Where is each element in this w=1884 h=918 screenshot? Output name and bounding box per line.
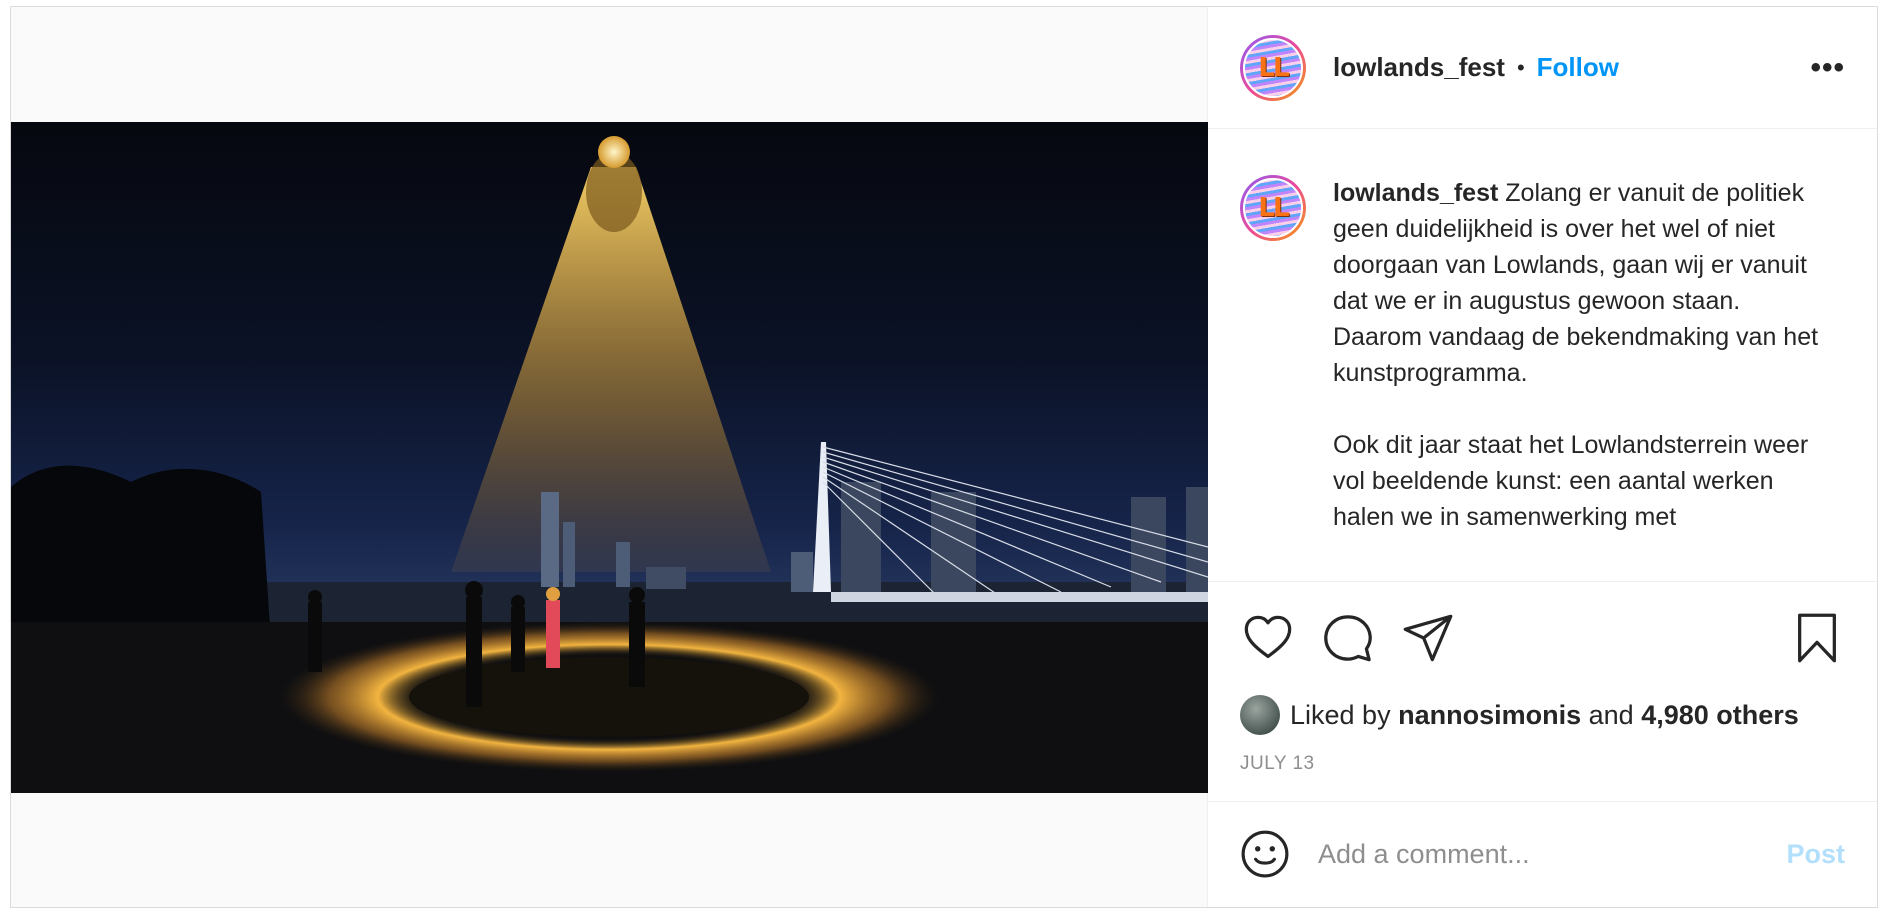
smiley-icon[interactable] <box>1240 829 1290 879</box>
action-bar <box>1208 582 1877 693</box>
follow-button[interactable]: Follow <box>1537 52 1619 83</box>
caption-paragraph-2: Ook dit jaar staat het Lowlandsterrein w… <box>1333 431 1809 532</box>
night-scene-illustration <box>11 136 1208 793</box>
post-sidebar: LL lowlands_fest • Follow ••• LL lowland… <box>1208 7 1877 907</box>
more-options-icon[interactable]: ••• <box>1810 51 1845 85</box>
caption-avatar[interactable]: LL <box>1240 175 1306 242</box>
author-username[interactable]: lowlands_fest <box>1333 52 1505 83</box>
likes-conjunction: and <box>1588 699 1634 730</box>
post-header: LL lowlands_fest • Follow ••• <box>1208 7 1877 130</box>
liker-username[interactable]: nannosimonis <box>1398 700 1581 731</box>
caption-body: Zolang er vanuit de politiek geen duidel… <box>1333 179 1819 388</box>
likes-others-link[interactable]: 4,980 others <box>1641 700 1799 731</box>
separator-dot: • <box>1516 54 1525 80</box>
comment-input[interactable] <box>1318 838 1787 870</box>
post-comment-button[interactable]: Post <box>1786 839 1845 870</box>
likes-prefix: Liked by <box>1290 699 1391 730</box>
caption-text: lowlands_fest Zolang er vanuit de politi… <box>1333 175 1833 581</box>
comment-icon[interactable] <box>1322 612 1374 664</box>
caption-username[interactable]: lowlands_fest <box>1333 179 1498 207</box>
post-date[interactable]: JULY 13 <box>1208 737 1877 801</box>
caption-paragraph: lowlands_fest Zolang er vanuit de politi… <box>1333 175 1833 391</box>
author-avatar[interactable]: LL <box>1240 34 1306 101</box>
paper-plane-icon[interactable] <box>1402 612 1454 664</box>
media-panel <box>11 7 1208 907</box>
heart-icon[interactable] <box>1242 612 1294 664</box>
liker-avatar[interactable] <box>1240 695 1280 736</box>
bookmark-icon[interactable] <box>1791 612 1843 664</box>
caption-area: LL lowlands_fest Zolang er vanuit de pol… <box>1208 129 1877 582</box>
avatar-logo: LL <box>1243 37 1303 98</box>
post-photo[interactable] <box>11 122 1208 793</box>
likes-summary: Liked by nannosimonis and 4,980 others <box>1208 693 1877 737</box>
instagram-post: LL lowlands_fest • Follow ••• LL lowland… <box>10 6 1878 908</box>
comment-bar: Post <box>1208 800 1877 907</box>
avatar-logo: LL <box>1243 178 1303 239</box>
